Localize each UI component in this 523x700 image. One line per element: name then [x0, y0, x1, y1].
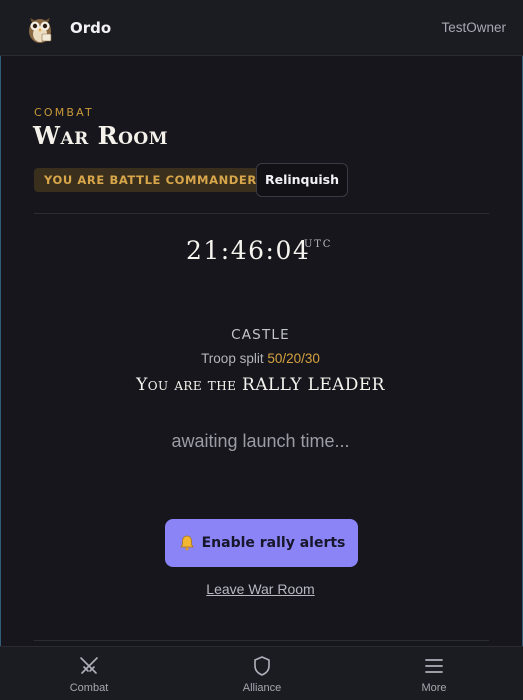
relinquish-button[interactable]: Relinquish — [256, 163, 348, 197]
divider — [34, 213, 489, 214]
section-label: COMBAT — [34, 106, 94, 119]
nav-combat-label: Combat — [69, 682, 109, 694]
bell-icon — [179, 535, 194, 551]
nav-alliance[interactable]: Alliance — [202, 647, 322, 700]
rally-target: CASTLE — [231, 327, 290, 343]
troop-split-value: 50/20/30 — [267, 351, 320, 366]
troop-split: Troop split 50/20/30 — [0, 351, 521, 366]
nav-more-label: More — [421, 682, 447, 694]
owl-logo-icon[interactable] — [22, 10, 58, 46]
rally-role: You are the RALLY LEADER — [136, 375, 385, 395]
nav-combat[interactable]: Combat — [29, 647, 149, 700]
crossed-swords-icon — [80, 657, 98, 674]
nav-more[interactable]: More — [374, 647, 494, 700]
divider — [34, 640, 489, 641]
leave-war-room-link[interactable]: Leave War Room — [0, 581, 521, 597]
timezone-label: UTC — [304, 239, 333, 250]
bottom-nav: Combat Alliance More — [0, 646, 523, 700]
rally-status: awaiting launch time... — [171, 431, 350, 451]
commander-badge: YOU ARE BATTLE COMMANDER — [34, 168, 267, 192]
enable-alerts-label: Enable rally alerts — [201, 535, 346, 551]
enable-alerts-button[interactable]: Enable rally alerts — [165, 519, 358, 567]
troop-split-label: Troop split — [201, 351, 264, 366]
shield-icon — [254, 656, 270, 676]
leave-war-room-label[interactable]: Leave War Room — [206, 581, 314, 597]
user-menu[interactable]: TestOwner — [441, 20, 506, 35]
top-bar: Ordo TestOwner — [0, 0, 523, 56]
app-name[interactable]: Ordo — [70, 19, 111, 37]
menu-icon — [425, 659, 443, 673]
page-title: War Room — [33, 121, 169, 150]
utc-clock: 21:46:04 — [186, 236, 311, 265]
nav-alliance-label: Alliance — [242, 682, 282, 694]
